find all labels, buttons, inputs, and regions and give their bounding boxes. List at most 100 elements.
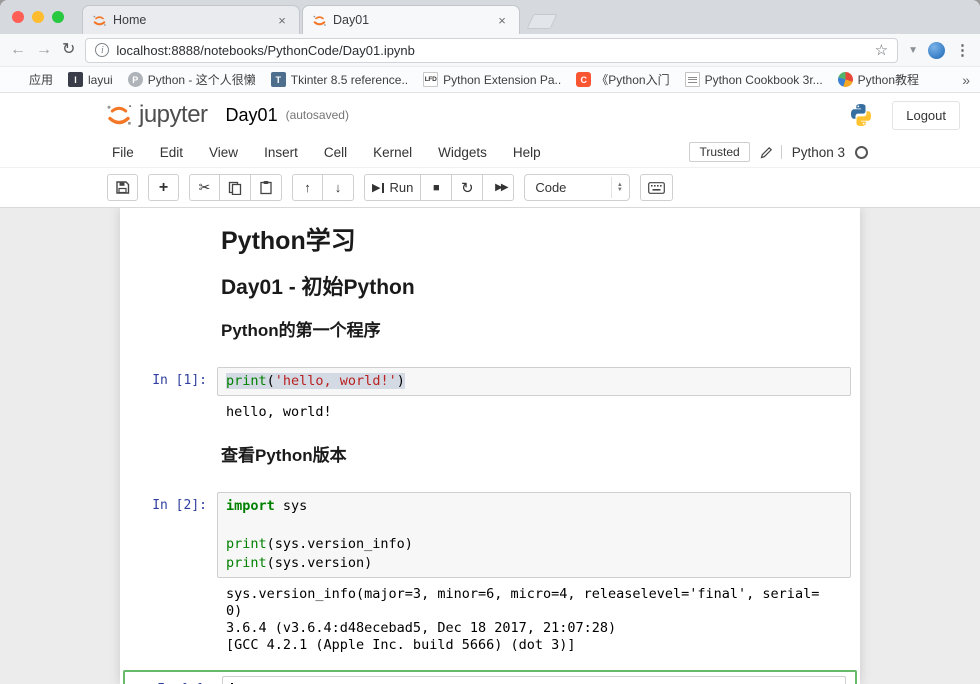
bookmark-label: Python - 这个人很懒 — [148, 71, 256, 88]
menu-widgets[interactable]: Widgets — [425, 141, 500, 164]
select-stepper-icon: ▲ ▼ — [611, 177, 627, 198]
mode-indicator — [760, 145, 782, 159]
add-cell-button[interactable]: + — [148, 174, 179, 201]
code-token: sys — [275, 498, 308, 514]
jupyter-favicon-icon — [92, 13, 107, 28]
interrupt-kernel-button[interactable]: ■ — [421, 174, 452, 201]
output-area-1: hello, world! — [120, 396, 860, 431]
menu-edit[interactable]: Edit — [147, 141, 196, 164]
download-caret-icon[interactable]: ▼ — [908, 45, 918, 56]
code-token: 'hello, world!' — [275, 373, 397, 389]
tabs-container: Home × Day01 × — [82, 5, 554, 34]
palette-group — [640, 174, 673, 201]
menu-help[interactable]: Help — [500, 141, 554, 164]
bookmarks-overflow-icon[interactable]: » — [962, 72, 970, 88]
site-favicon-icon: T — [271, 72, 286, 87]
minimize-window-button[interactable] — [32, 11, 44, 23]
bookmark-label: Python Cookbook 3r... — [705, 73, 823, 87]
site-favicon-icon: P — [128, 72, 143, 87]
output-text: 0) — [217, 603, 851, 620]
menu-view[interactable]: View — [196, 141, 251, 164]
input-prompt: In [2]: — [120, 492, 217, 578]
bookmark-apps[interactable]: 应用 — [10, 71, 53, 88]
markdown-cell[interactable]: Day01 - 初始Python — [120, 265, 860, 310]
browser-menu-icon[interactable]: ⋮ — [955, 41, 970, 59]
empty-prompt — [120, 320, 217, 341]
output-text: [GCC 4.2.1 (Apple Inc. build 5666) (dot … — [217, 637, 851, 654]
input-prompt: In [ ]: — [125, 676, 222, 684]
bookmark-layui[interactable]: l layui — [68, 72, 113, 87]
extension-icon[interactable] — [928, 42, 945, 59]
tab-title: Home — [113, 13, 274, 27]
back-icon[interactable]: ← — [10, 42, 26, 58]
trusted-badge[interactable]: Trusted — [689, 142, 749, 162]
empty-prompt — [120, 586, 217, 654]
logout-button[interactable]: Logout — [892, 101, 960, 130]
tab-close-icon[interactable]: × — [274, 12, 290, 28]
url-text[interactable]: localhost:8888/notebooks/PythonCode/Day0… — [116, 43, 867, 58]
markdown-cell[interactable]: Python的第一个程序 — [120, 310, 860, 357]
move-group: ↑ ↓ — [292, 174, 354, 201]
bookmark-star-icon[interactable]: ☆ — [875, 41, 888, 59]
run-button[interactable]: ▶ Run — [364, 174, 421, 201]
menu-kernel[interactable]: Kernel — [360, 141, 425, 164]
code-input-area[interactable]: print('hello, world!') — [217, 367, 851, 396]
book-favicon-icon — [685, 72, 700, 87]
command-palette-button[interactable] — [640, 174, 673, 201]
code-cell-1[interactable]: In [1]: print('hello, world!') — [120, 357, 860, 396]
bookmark-tkinter-reference[interactable]: T Tkinter 8.5 reference.. — [271, 72, 408, 87]
markdown-cell[interactable]: 查看Python版本 — [120, 431, 860, 482]
menu-insert[interactable]: Insert — [251, 141, 311, 164]
code-cell-2[interactable]: In [2]: import sys print(sys.version_inf… — [120, 482, 860, 578]
code-token: (sys.version_info) — [267, 536, 413, 552]
markdown-cell[interactable]: Python学习 — [120, 216, 860, 265]
insert-group: + — [148, 174, 179, 201]
reload-icon[interactable]: ↻ — [62, 42, 75, 58]
zoom-window-button[interactable] — [52, 11, 64, 23]
cut-cell-button[interactable]: ✂ — [189, 174, 220, 201]
csdn-favicon-icon: C — [576, 72, 591, 87]
jupyter-logo[interactable]: jupyter — [104, 100, 208, 130]
bookmark-python-cookbook[interactable]: Python Cookbook 3r... — [685, 72, 823, 87]
layui-favicon-icon: l — [68, 72, 83, 87]
new-tab-button[interactable] — [527, 14, 558, 29]
cell-type-select[interactable]: Code ▲ ▼ — [524, 174, 630, 201]
heading-first-program: Python的第一个程序 — [221, 320, 851, 341]
paste-cell-button[interactable] — [251, 174, 282, 201]
close-window-button[interactable] — [12, 11, 24, 23]
code-cell-3-selected[interactable]: In [ ]: — [123, 670, 857, 684]
code-input-area[interactable]: import sys print(sys.version_info) print… — [217, 492, 851, 578]
output-area-2: sys.version_info(major=3, minor=6, micro… — [120, 578, 860, 664]
notebook-title[interactable]: Day01 — [226, 105, 278, 126]
tab-day01[interactable]: Day01 × — [302, 5, 520, 34]
heading-check-version: 查看Python版本 — [221, 445, 851, 466]
run-icon: ▶ — [372, 181, 380, 194]
copy-cell-button[interactable] — [220, 174, 251, 201]
restart-kernel-button[interactable]: ↻ — [452, 174, 483, 201]
restart-run-all-button[interactable]: ▶▶ — [483, 174, 514, 201]
bookmark-python-jiaocheng[interactable]: Python教程 — [838, 71, 919, 88]
forward-icon[interactable]: → — [36, 42, 52, 58]
feather-favicon-icon — [838, 72, 853, 87]
bookmark-label: Python教程 — [858, 71, 919, 88]
bookmark-python-blog[interactable]: P Python - 这个人很懒 — [128, 71, 256, 88]
output-text: hello, world! — [217, 404, 851, 421]
kernel-name[interactable]: Python 3 — [792, 145, 845, 160]
empty-prompt — [120, 226, 217, 257]
empty-prompt — [120, 275, 217, 301]
menu-file[interactable]: File — [112, 141, 147, 164]
menu-cell[interactable]: Cell — [311, 141, 360, 164]
address-bar[interactable]: i localhost:8888/notebooks/PythonCode/Da… — [85, 38, 898, 63]
tab-close-icon[interactable]: × — [494, 12, 510, 28]
run-label: Run — [389, 180, 413, 195]
save-button[interactable] — [107, 174, 138, 201]
move-cell-up-button[interactable]: ↑ — [292, 174, 323, 201]
bookmark-python-rumen[interactable]: C 《Python入门 — [576, 71, 669, 88]
output-text: sys.version_info(major=3, minor=6, micro… — [217, 586, 851, 603]
tab-home[interactable]: Home × — [82, 5, 300, 34]
page-info-icon[interactable]: i — [95, 43, 109, 57]
move-cell-down-button[interactable]: ↓ — [323, 174, 354, 201]
code-input-area[interactable] — [222, 676, 846, 684]
jupyter-logo-icon — [104, 100, 134, 130]
bookmark-python-extension-packages[interactable]: LFD Python Extension Pa.. — [423, 72, 561, 87]
